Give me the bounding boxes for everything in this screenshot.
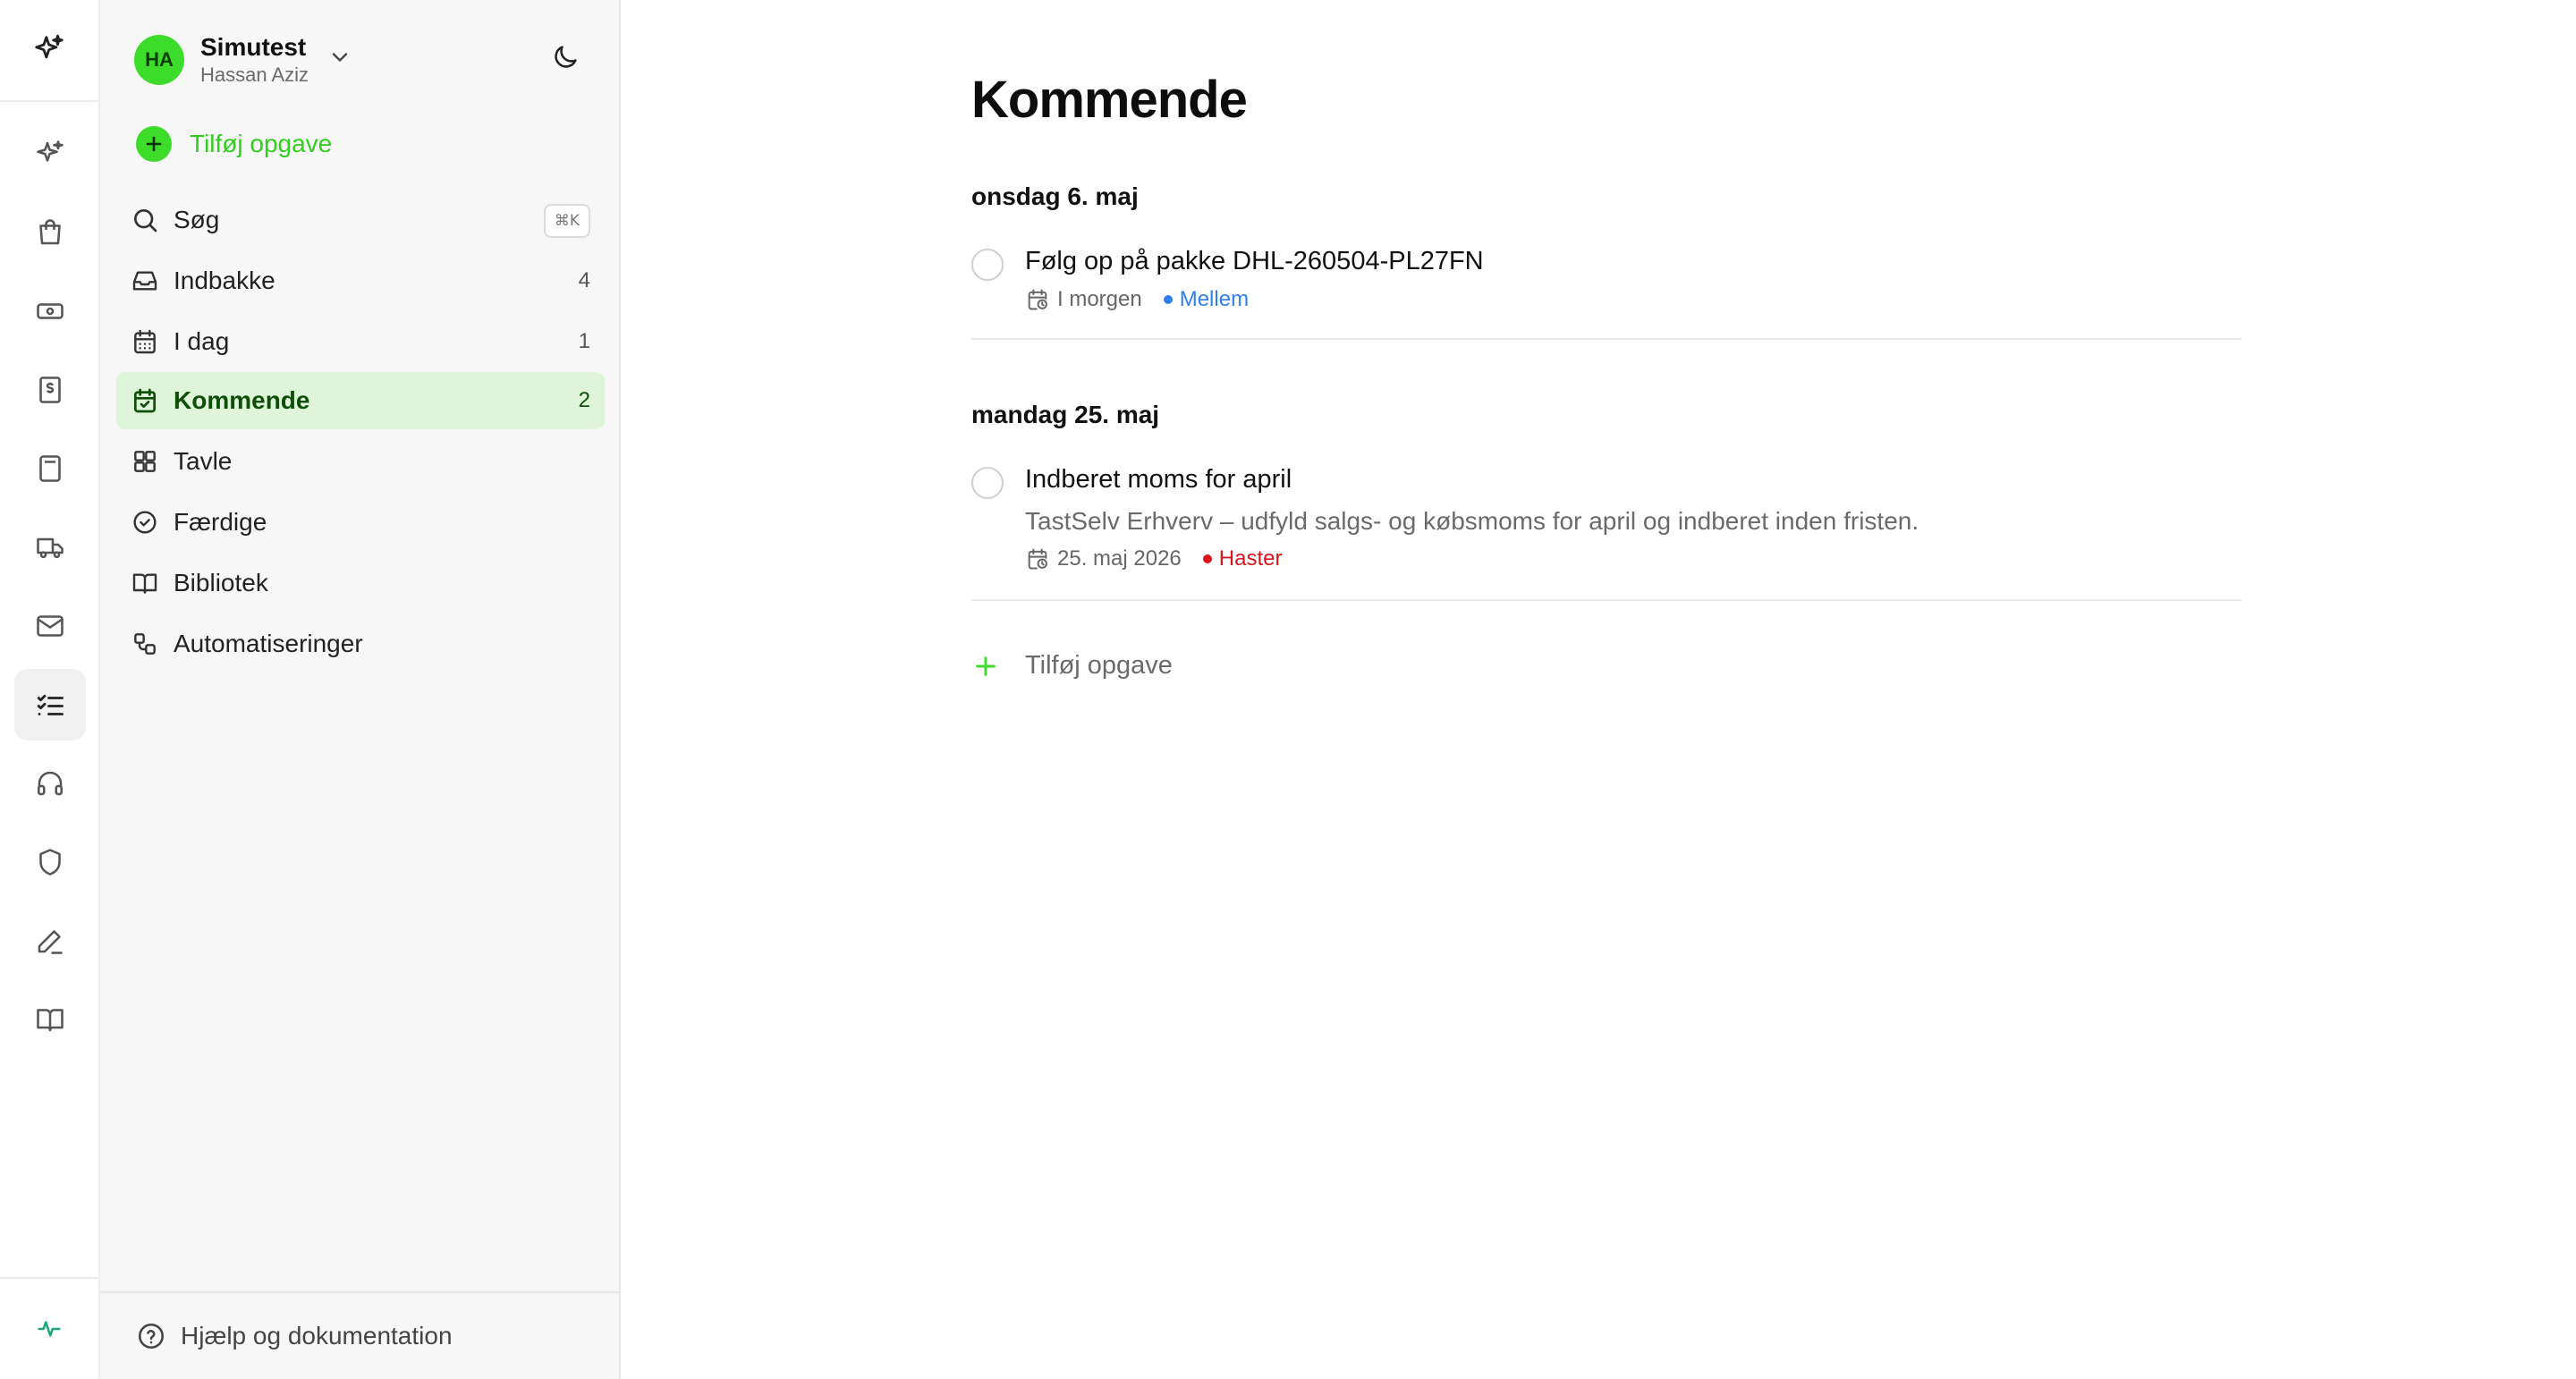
- search-shortcut-badge: ⌘K: [544, 204, 590, 238]
- sidebar-item-label: Automatiseringer: [174, 630, 363, 657]
- rail-calculator-button[interactable]: [14, 433, 86, 504]
- avatar: HA: [134, 35, 184, 85]
- moon-icon: [555, 46, 577, 68]
- sidebar-item-label: Tavle: [174, 447, 233, 475]
- rail-shop-button[interactable]: [14, 197, 86, 268]
- mail-icon: [37, 615, 64, 637]
- help-circle-icon: [138, 1323, 165, 1349]
- theme-toggle-button[interactable]: [547, 39, 583, 75]
- sidebar-item-count: 1: [578, 329, 590, 353]
- sidebar-item-indbakke[interactable]: Indbakke 4: [116, 252, 605, 309]
- search-icon: [134, 209, 157, 233]
- app-logo[interactable]: [0, 0, 98, 102]
- headphones-icon: [37, 771, 64, 796]
- chevron-down-icon[interactable]: [327, 45, 352, 70]
- add-task-inline-label: Tilføj opgave: [1025, 651, 1173, 680]
- task-checkbox[interactable]: [971, 249, 1004, 281]
- task-title: Følg op på pakke DHL-260504-PL27FN: [1025, 247, 1484, 275]
- workspace-name: Simutest: [200, 33, 307, 61]
- search-label: Søg: [174, 206, 220, 233]
- board-icon: [134, 451, 156, 472]
- sidebar-item-label: Bibliotek: [174, 569, 268, 596]
- rail-tasks-button[interactable]: [14, 669, 86, 740]
- task-meta: I morgen Mellem: [1025, 286, 1249, 313]
- calendar-icon: [134, 329, 156, 354]
- calendar-clock-icon: [1028, 289, 1047, 310]
- task-due-date: I morgen: [1057, 287, 1142, 311]
- sidebar-item-kommende[interactable]: Kommende 2: [116, 372, 605, 429]
- sidebar-item-count: 2: [578, 388, 590, 412]
- book-open-icon: [37, 1009, 64, 1032]
- sparkles-icon: [37, 140, 64, 162]
- rail-ai-button[interactable]: [14, 118, 86, 190]
- shield-icon: [39, 849, 61, 876]
- sidebar-item-i-dag[interactable]: I dag 1: [116, 313, 605, 370]
- shopping-bag-icon: [39, 219, 61, 245]
- task-due-date: 25. maj 2026: [1057, 546, 1182, 571]
- page-title: Kommende: [971, 71, 1248, 129]
- sidebar-item-label: Indbakke: [174, 266, 275, 294]
- rail-status-button[interactable]: [0, 1277, 98, 1379]
- task-checkbox[interactable]: [971, 467, 1004, 499]
- rail-invoice-button[interactable]: [14, 354, 86, 426]
- calendar-clock-icon: [1028, 548, 1047, 570]
- add-task-label: Tilføj opgave: [190, 130, 333, 157]
- calendar-check-icon: [134, 388, 156, 413]
- rail-docs-button[interactable]: [14, 984, 86, 1055]
- pen-icon: [38, 930, 63, 954]
- sidebar-item-label: Færdige: [174, 508, 267, 536]
- priority-dot: [1163, 295, 1173, 304]
- sidebar-item-count: 4: [578, 268, 590, 292]
- book-icon: [132, 573, 157, 594]
- section-date: onsdag 6. maj: [971, 182, 1139, 210]
- plus-icon: [976, 656, 996, 676]
- receipt-dollar-icon: [39, 376, 61, 403]
- section-date: mandag 25. maj: [971, 401, 1160, 428]
- rail-support-button[interactable]: [14, 748, 86, 819]
- tasks-icon: [37, 694, 64, 715]
- task-row[interactable]: Indberet moms for april TastSelv Erhverv…: [971, 454, 2241, 601]
- priority-label: Haster: [1218, 546, 1283, 571]
- rail-security-button[interactable]: [14, 826, 86, 898]
- rail-payments-button[interactable]: [14, 275, 86, 347]
- sidebar-item-faerdige[interactable]: Færdige: [116, 494, 605, 551]
- priority-label: Mellem: [1179, 287, 1250, 311]
- task-description: TastSelv Erhverv – udfyld salgs- og købs…: [1025, 507, 1919, 535]
- workspace-user: Hassan Aziz: [200, 63, 309, 86]
- sidebar-item-label: Kommende: [174, 386, 310, 414]
- task-title: Indberet moms for april: [1025, 465, 1292, 494]
- task-row[interactable]: Følg op på pakke DHL-260504-PL27FN I mor…: [971, 236, 2241, 340]
- activity-icon: [38, 1321, 61, 1337]
- sparkles-icon: [35, 34, 64, 59]
- task-meta: 25. maj 2026 Haster: [1025, 546, 1282, 572]
- truck-icon: [37, 537, 64, 559]
- add-task-button[interactable]: Tilføj opgave: [136, 125, 332, 163]
- sidebar-item-label: I dag: [174, 327, 230, 355]
- sidebar-item-bibliotek[interactable]: Bibliotek: [116, 554, 605, 612]
- priority-dot: [1202, 554, 1212, 563]
- sidebar-item-automatiseringer[interactable]: Automatiseringer: [116, 615, 605, 673]
- workspace-switcher[interactable]: HA Simutest Hassan Aziz: [134, 32, 309, 88]
- calculator-icon: [39, 455, 61, 482]
- rail-sign-button[interactable]: [14, 905, 86, 977]
- sidebar: HA Simutest Hassan Aziz Tilføj opgave Sø…: [100, 0, 621, 1379]
- add-task-inline-button[interactable]: Tilføj opgave: [971, 651, 1173, 681]
- search-button[interactable]: Søg ⌘K: [116, 191, 605, 249]
- check-circle-icon: [133, 511, 157, 534]
- workflow-icon: [134, 633, 156, 655]
- help-link[interactable]: Hjælp og dokumentation: [100, 1291, 619, 1379]
- rail-shipping-button[interactable]: [14, 512, 86, 583]
- banknote-icon: [37, 303, 64, 319]
- help-label: Hjælp og dokumentation: [181, 1322, 453, 1349]
- rail-mail-button[interactable]: [14, 590, 86, 662]
- icon-rail: [0, 0, 100, 1379]
- inbox-icon: [132, 271, 157, 291]
- sidebar-item-tavle[interactable]: Tavle: [116, 433, 605, 490]
- plus-circle-icon: [136, 126, 172, 162]
